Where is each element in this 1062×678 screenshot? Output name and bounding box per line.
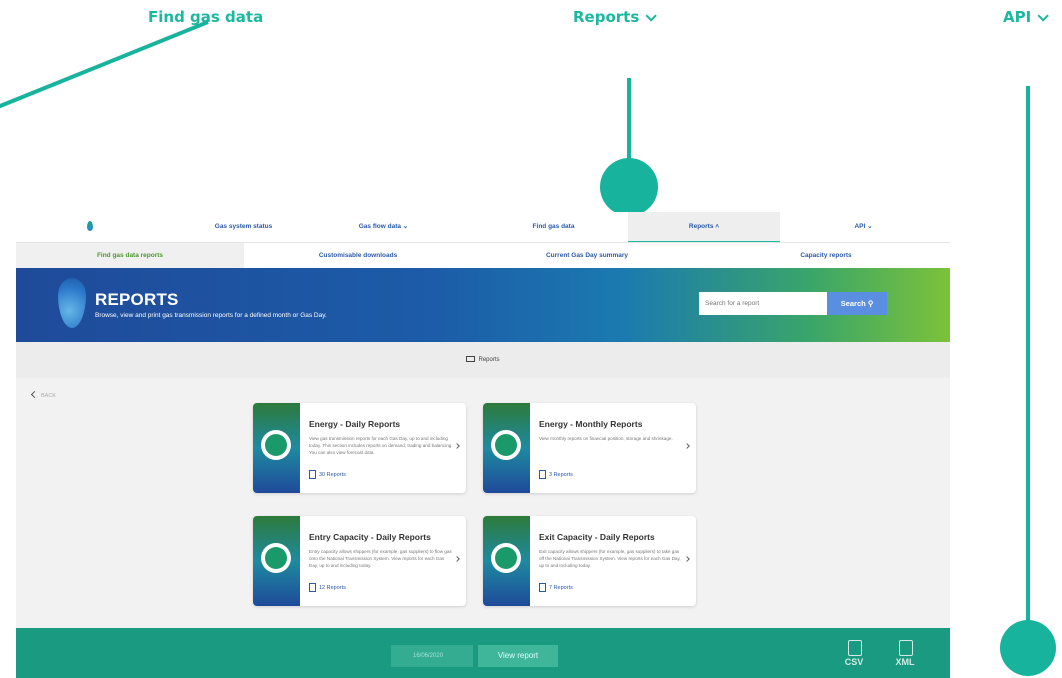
chevron-right-icon (454, 556, 460, 562)
tab-find-gas-data-reports[interactable]: Find gas data reports (16, 243, 244, 269)
chevron-down-icon (645, 10, 658, 22)
chevron-right-icon (454, 443, 460, 449)
nav-gas-flow-data[interactable]: Gas flow data ⌄ (336, 212, 431, 242)
folder-icon (466, 356, 476, 363)
page-title: REPORTS (95, 290, 179, 309)
breadcrumb: Reports (16, 342, 950, 378)
card-side-panel (483, 516, 530, 606)
callout-line-find-gas-data (0, 20, 209, 116)
back-link[interactable]: BACK (30, 390, 56, 399)
search-button[interactable]: Search ⚲ (827, 292, 887, 315)
card-side-panel (483, 403, 530, 493)
chevron-left-icon (30, 390, 39, 399)
chevron-right-icon (684, 556, 690, 562)
document-icon (539, 583, 546, 592)
website-screenshot: Gas system status Gas flow data ⌄ Find g… (16, 212, 950, 678)
report-card-energy-monthly[interactable]: Energy - Monthly Reports View monthly re… (483, 403, 696, 493)
annotation-reports-label: Reports (573, 8, 640, 26)
nav-gas-flow-data-label: Gas flow data (358, 223, 401, 230)
callout-line-reports (627, 78, 631, 170)
csv-download-icon[interactable]: CSV (842, 640, 866, 670)
card-description: View monthly reports on financial positi… (539, 436, 673, 441)
nav-api[interactable]: API ⌄ (816, 212, 911, 242)
uk-map-icon (261, 543, 291, 573)
nav-api-label: API (854, 223, 866, 230)
xml-download-icon[interactable]: XML (893, 640, 917, 670)
search-icon: ⚲ (867, 299, 874, 308)
document-icon (309, 583, 316, 592)
card-title: Exit Capacity - Daily Reports (539, 532, 655, 542)
card-title: Entry Capacity - Daily Reports (309, 532, 431, 542)
nav-reports-label: Reports (688, 223, 714, 230)
tab-customisable-downloads[interactable]: Customisable downloads (244, 243, 472, 269)
annotated-screenshot: Find gas data Reports API Gas system sta… (0, 0, 1062, 678)
annotation-api: API (1003, 8, 1049, 26)
card-title: Energy - Monthly Reports (539, 419, 643, 429)
report-card-energy-daily[interactable]: Energy - Daily Reports View gas transmis… (253, 403, 466, 493)
gas-drop-icon (261, 430, 291, 460)
card-report-count: 3 Reports (539, 470, 573, 479)
callout-dot-api (1000, 620, 1056, 676)
card-description: Entry capacity allows shippers (for exam… (309, 549, 452, 568)
document-icon (309, 470, 316, 479)
chevron-right-icon (684, 443, 690, 449)
hero-banner: REPORTS Browse, view and print gas trans… (16, 268, 950, 342)
annotation-reports: Reports (573, 8, 658, 26)
card-report-count-label: 12 Reports (319, 584, 346, 591)
search-button-label: Search (840, 299, 866, 308)
date-picker[interactable]: 16/06/2020 (391, 645, 473, 667)
callout-dot-reports (600, 158, 658, 216)
sub-nav: Find gas data reports Customisable downl… (16, 242, 950, 269)
card-report-count: 12 Reports (309, 583, 346, 592)
card-side-panel (253, 403, 300, 493)
callout-line-api (1026, 86, 1030, 626)
gas-drop-icon (58, 278, 86, 328)
footer-bar: 16/06/2020 View report CSV XML (16, 628, 950, 678)
nav-find-gas-data[interactable]: Find gas data (506, 212, 601, 242)
card-report-count-label: 3 Reports (549, 471, 573, 478)
card-report-count: 7 Reports (539, 583, 573, 592)
report-card-exit-capacity[interactable]: Exit Capacity - Daily Reports Exit capac… (483, 516, 696, 606)
view-report-button[interactable]: View report (478, 645, 558, 667)
flame-logo-icon (87, 221, 93, 231)
card-report-count-label: 7 Reports (549, 584, 573, 591)
main-nav: Gas system status Gas flow data ⌄ Find g… (16, 212, 950, 242)
annotation-api-label: API (1003, 8, 1032, 26)
calendar-drop-icon (491, 430, 521, 460)
uk-map-icon (491, 543, 521, 573)
breadcrumb-label[interactable]: Reports (478, 357, 499, 363)
back-label: BACK (41, 393, 56, 399)
card-report-count-label: 30 Reports (319, 471, 346, 478)
card-report-count: 30 Reports (309, 470, 346, 479)
card-description: View gas transmission reports for each G… (309, 436, 453, 455)
nav-gas-system-status[interactable]: Gas system status (196, 212, 291, 242)
tab-capacity-reports[interactable]: Capacity reports (702, 243, 950, 269)
card-side-panel (253, 516, 300, 606)
document-icon (539, 470, 546, 479)
page-subtitle: Browse, view and print gas transmission … (95, 312, 327, 319)
chevron-down-icon (1037, 10, 1049, 22)
nav-reports[interactable]: Reports ˄ (628, 212, 780, 242)
search-input[interactable] (699, 292, 827, 315)
card-title: Energy - Daily Reports (309, 419, 401, 429)
tab-current-gas-day-summary[interactable]: Current Gas Day summary (472, 243, 702, 269)
report-card-entry-capacity[interactable]: Entry Capacity - Daily Reports Entry cap… (253, 516, 466, 606)
card-description: Exit capacity allows shippers (for examp… (539, 549, 681, 568)
